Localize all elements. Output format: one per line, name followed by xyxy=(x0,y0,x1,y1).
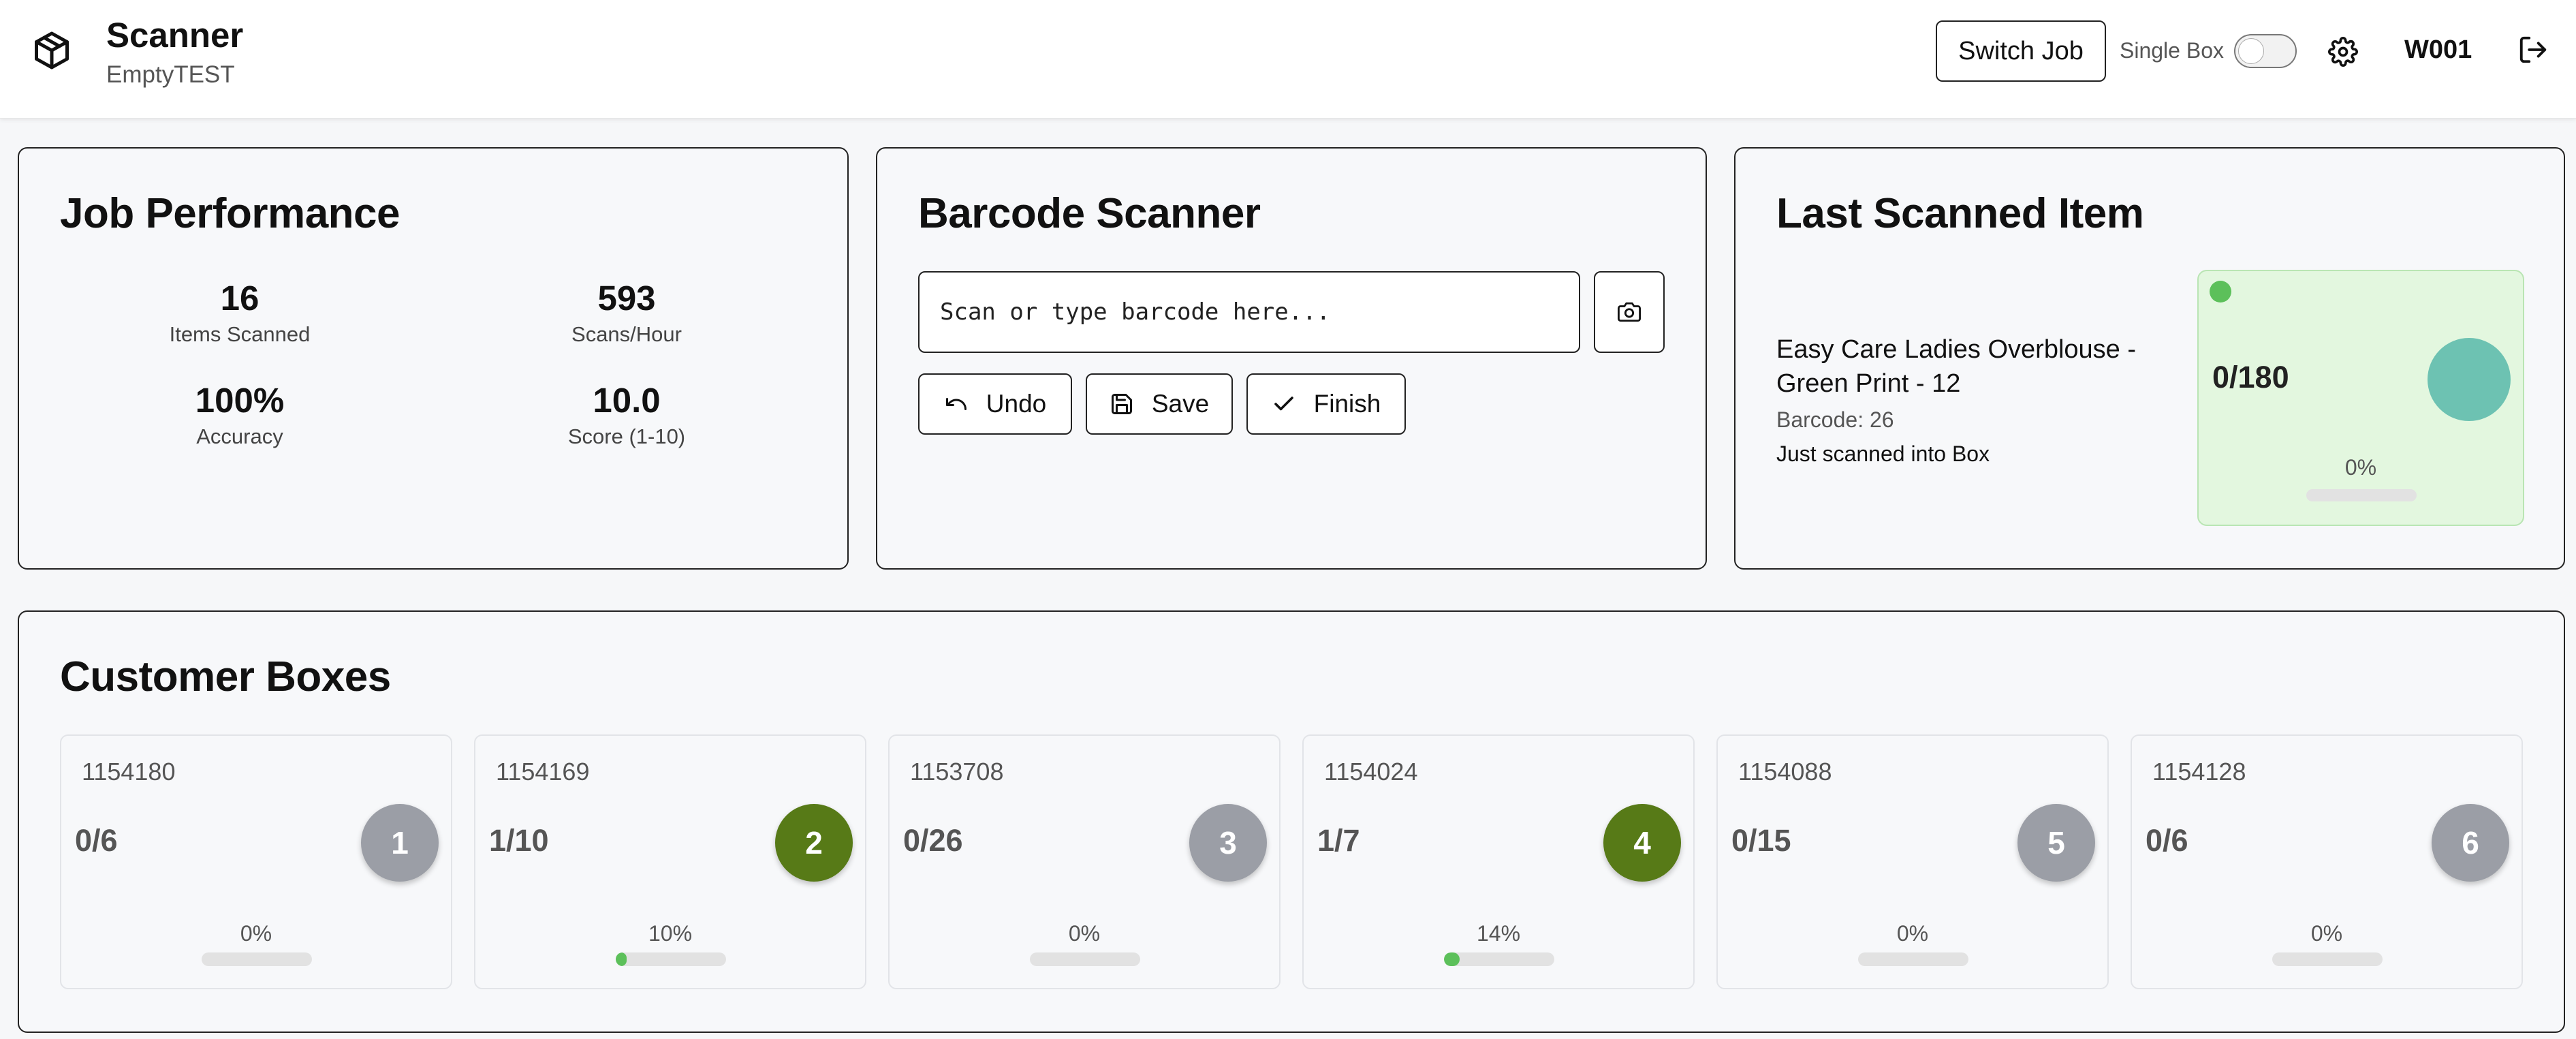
card-title: Customer Boxes xyxy=(60,653,391,700)
box-number-circle: 2 xyxy=(775,804,853,882)
user-id: W001 xyxy=(2404,35,2472,64)
customer-boxes-card: Customer Boxes 1154180 0/6 1 0% 1154169 1/10 2… xyxy=(18,610,2565,1033)
progress-bar xyxy=(1858,952,1968,966)
metric-label: Score (1-10) xyxy=(567,424,686,448)
check-icon xyxy=(1274,397,1293,411)
box-number-circle: 6 xyxy=(2432,804,2509,882)
job-performance-card: Job Performance 16 Items Scanned 593 Sca… xyxy=(18,147,849,570)
box-percent: 0% xyxy=(1896,921,1929,946)
package-icon xyxy=(35,31,69,69)
toggle-knob xyxy=(2238,38,2264,64)
save-button[interactable]: Save xyxy=(1086,373,1233,435)
box-id: 1154180 xyxy=(82,758,176,786)
box-count: 0/15 xyxy=(1731,823,1791,858)
barcode-input[interactable] xyxy=(918,271,1580,353)
customer-box-5[interactable]: 1154088 0/15 5 0% xyxy=(1716,734,2109,989)
item-barcode: Barcode: 26 xyxy=(1776,407,1894,432)
box-number-circle: 3 xyxy=(1189,804,1267,882)
camera-icon xyxy=(1618,302,1641,322)
metric-scans-per-hour: 593 Scans/Hour xyxy=(490,278,763,347)
box-count: 1/7 xyxy=(1317,823,1360,858)
top-bar: Scanner EmptyTEST Switch Job Single Box … xyxy=(0,0,2576,119)
gear-icon[interactable] xyxy=(2328,37,2358,67)
box-percent: 0% xyxy=(2344,455,2377,480)
progress-bar xyxy=(2272,952,2383,966)
box-count: 0/180 xyxy=(2212,360,2289,394)
last-box-panel: 0/180 0% xyxy=(2197,270,2524,526)
progress-bar xyxy=(1030,952,1140,966)
metric-value: 593 xyxy=(597,279,656,317)
app-title: Scanner xyxy=(106,16,244,55)
metric-label: Scans/Hour xyxy=(571,322,682,346)
box-percent: 10% xyxy=(648,921,693,946)
customer-box-4[interactable]: 1154024 1/7 4 14% xyxy=(1302,734,1695,989)
save-label: Save xyxy=(1151,390,1210,418)
box-id: 1154169 xyxy=(496,758,590,786)
progress-bar xyxy=(202,952,312,966)
barcode-scanner-card: Barcode Scanner Undo Save Finish xyxy=(876,147,1707,570)
single-box-toggle[interactable] xyxy=(2234,34,2297,68)
box-count: 0/26 xyxy=(903,823,963,858)
progress-bar xyxy=(1444,952,1554,966)
card-title: Job Performance xyxy=(60,190,400,237)
job-name: EmptyTEST xyxy=(106,61,235,88)
metric-value: 100% xyxy=(195,381,285,420)
progress-bar xyxy=(616,952,726,966)
customer-box-3[interactable]: 1153708 0/26 3 0% xyxy=(888,734,1281,989)
switch-job-button[interactable]: Switch Job xyxy=(1936,20,2106,82)
box-number-circle: 5 xyxy=(2017,804,2095,882)
progress-fill xyxy=(1444,952,1460,966)
progress-fill xyxy=(616,952,627,966)
logout-icon[interactable] xyxy=(2517,34,2549,65)
camera-button[interactable] xyxy=(1594,271,1665,353)
metric-label: Accuracy xyxy=(196,424,283,448)
box-count: 0/6 xyxy=(75,823,118,858)
box-id: 1154024 xyxy=(1324,758,1418,786)
metric-value: 16 xyxy=(220,279,260,317)
progress-bar xyxy=(2306,489,2417,501)
box-number-circle xyxy=(2428,338,2511,421)
customer-box-1[interactable]: 1154180 0/6 1 0% xyxy=(60,734,452,989)
scan-status: Just scanned into Box xyxy=(1776,441,1990,466)
metric-items-scanned: 16 Items Scanned xyxy=(104,278,376,347)
box-id: 1154088 xyxy=(1738,758,1832,786)
undo-button[interactable]: Undo xyxy=(918,373,1072,435)
box-number-circle: 1 xyxy=(361,804,439,882)
box-percent: 0% xyxy=(240,921,272,946)
box-count: 0/6 xyxy=(2146,823,2188,858)
box-count: 1/10 xyxy=(489,823,549,858)
box-id: 1153708 xyxy=(910,758,1004,786)
last-scanned-card: Last Scanned Item Easy Care Ladies Overb… xyxy=(1734,147,2565,570)
metric-score: 10.0 Score (1-10) xyxy=(490,380,763,449)
customer-box-6[interactable]: 1154128 0/6 6 0% xyxy=(2131,734,2523,989)
customer-box-2[interactable]: 1154169 1/10 2 10% xyxy=(474,734,866,989)
box-percent: 14% xyxy=(1476,921,1521,946)
metric-label: Items Scanned xyxy=(169,322,311,346)
box-percent: 0% xyxy=(2310,921,2343,946)
card-title: Last Scanned Item xyxy=(1776,190,2144,237)
metric-value: 10.0 xyxy=(593,381,661,420)
item-name: Easy Care Ladies Overblouse - Green Prin… xyxy=(1776,335,2137,398)
status-dot xyxy=(2210,281,2231,303)
save-icon xyxy=(1111,394,1132,414)
finish-button[interactable]: Finish xyxy=(1246,373,1406,435)
undo-icon xyxy=(945,398,967,410)
card-title: Barcode Scanner xyxy=(918,190,1261,237)
metric-accuracy: 100% Accuracy xyxy=(104,380,376,449)
box-percent: 0% xyxy=(1068,921,1101,946)
box-id: 1154128 xyxy=(2152,758,2246,786)
single-box-label: Single Box xyxy=(2120,38,2224,63)
finish-label: Finish xyxy=(1313,390,1381,418)
box-number-circle: 4 xyxy=(1603,804,1681,882)
undo-label: Undo xyxy=(986,390,1047,418)
